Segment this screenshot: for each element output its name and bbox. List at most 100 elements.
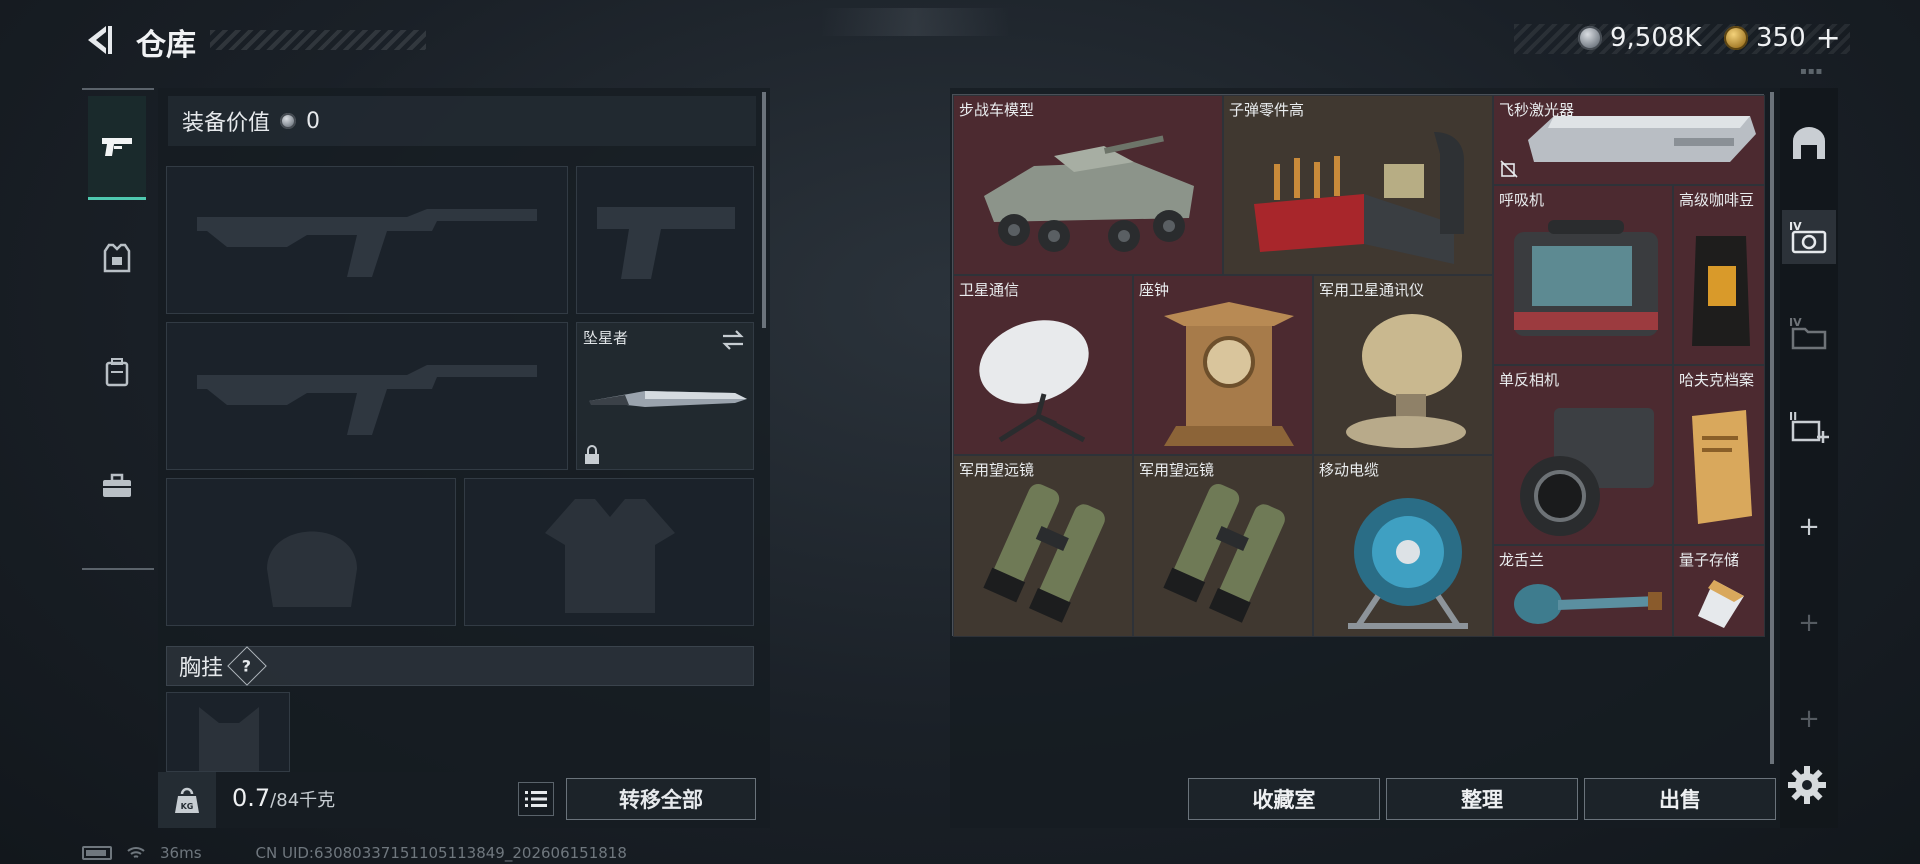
no-tax-icon	[1500, 160, 1518, 178]
ticket-amount: 350	[1756, 23, 1806, 53]
coin-amount: 9,508K	[1610, 23, 1702, 53]
add-storage-tab-button[interactable]: +	[1782, 500, 1836, 554]
coin-icon	[280, 113, 297, 129]
primary-weapon-slot[interactable]	[166, 166, 568, 314]
coin-balance: 9,508K	[1578, 22, 1701, 54]
memory-chip-icon	[1698, 580, 1744, 628]
rifle-placeholder-icon	[197, 365, 537, 435]
back-button[interactable]	[80, 22, 116, 58]
title-decoration	[210, 30, 426, 50]
kettlebell-icon: KG	[175, 787, 199, 813]
item-ventilator[interactable]: 呼吸机	[1493, 185, 1673, 365]
helmet-slot[interactable]	[166, 478, 456, 626]
armored-vehicle-icon	[984, 135, 1194, 252]
item-label: 呼吸机	[1499, 191, 1545, 209]
pistol-icon	[102, 137, 132, 156]
chest-rig-header: 胸挂 ?	[166, 646, 754, 686]
swap-icon[interactable]	[721, 329, 745, 351]
add-currency-button[interactable]: +	[1816, 21, 1841, 56]
pistol-slot[interactable]	[576, 166, 754, 314]
military-satcom-icon	[1346, 314, 1466, 448]
tab-weapons[interactable]	[88, 96, 146, 200]
rail-dots-decoration: ▪▪▪	[1800, 66, 1824, 77]
ping-value: 36ms	[160, 844, 202, 862]
item-label: 座钟	[1139, 281, 1170, 299]
help-icon-glyph: ?	[242, 656, 252, 676]
list-view-button[interactable]	[518, 782, 554, 816]
tab-storage-iv-folder[interactable]: IV	[1782, 306, 1836, 360]
melee-slot[interactable]: 坠星者	[576, 322, 754, 470]
chest-rig-label: 胸挂	[179, 656, 224, 681]
item-label: 哈夫克档案	[1679, 371, 1755, 389]
storage-scrollbar[interactable]	[1770, 92, 1774, 764]
binoculars-icon	[983, 483, 1105, 623]
secondary-weapon-slot[interactable]	[166, 322, 568, 470]
help-icon[interactable]: ?	[227, 646, 267, 686]
equipment-value-bar: 装备价值 0	[168, 96, 756, 146]
carry-weight: 0.7/84千克	[232, 784, 335, 812]
equipment-scrollbar[interactable]	[762, 92, 766, 328]
item-ifv-model[interactable]: 步战车模型	[953, 95, 1223, 275]
settings-gear-icon[interactable]	[1784, 762, 1830, 808]
body-armor-slot[interactable]	[464, 478, 754, 626]
pistol-placeholder-icon	[597, 207, 735, 279]
category-rail	[82, 88, 154, 570]
item-sat-comm[interactable]: 卫星通信	[953, 275, 1133, 455]
battery-icon	[82, 846, 112, 860]
tab-safehouse[interactable]	[1782, 116, 1836, 170]
tab-backpack[interactable]	[88, 320, 146, 424]
collection-room-button[interactable]: 收藏室	[1188, 778, 1380, 820]
case-add-icon: II	[1789, 410, 1829, 443]
helmet-placeholder-icon	[267, 531, 357, 607]
knife-icon	[589, 391, 747, 407]
item-cable-reel[interactable]: 移动电缆	[1313, 455, 1493, 637]
add-storage-tab-button-disabled[interactable]: +	[1782, 596, 1836, 650]
vest-placeholder-icon	[545, 499, 675, 613]
camera-storage-icon: IV	[1789, 220, 1827, 254]
item-clock[interactable]: 座钟	[1133, 275, 1313, 455]
transfer-all-button[interactable]: 转移全部	[566, 778, 756, 820]
tab-armor[interactable]	[88, 206, 146, 310]
weight-icon: KG	[158, 772, 216, 828]
mantel-clock-icon	[1164, 302, 1294, 446]
document-folder-icon	[1692, 410, 1752, 524]
top-decoration	[820, 8, 1010, 36]
equipment-value-label: 装备价值	[182, 111, 271, 136]
item-label: 军用望远镜	[959, 461, 1035, 479]
item-dslr[interactable]: 单反相机	[1493, 365, 1673, 545]
satellite-dish-icon	[979, 320, 1089, 443]
svg-text:IV: IV	[1789, 316, 1802, 329]
item-label: 子弹零件高	[1229, 101, 1305, 119]
page-title: 仓库	[136, 28, 196, 63]
item-label: 步战车模型	[959, 101, 1035, 119]
item-coffee-beans[interactable]: 高级咖啡豆	[1673, 185, 1765, 365]
camera-icon	[1520, 408, 1654, 536]
item-quantum-storage[interactable]: 量子存储	[1673, 545, 1765, 637]
cable-reel-icon	[1348, 498, 1468, 629]
item-hawk-file[interactable]: 哈夫克档案	[1673, 365, 1765, 545]
item-bullet-parts[interactable]: 子弹零件高	[1223, 95, 1493, 275]
item-label: 军用卫星通讯仪	[1319, 281, 1425, 299]
chest-rig-placeholder-icon	[199, 707, 259, 771]
tab-case[interactable]	[88, 434, 146, 538]
chest-rig-slot[interactable]	[166, 692, 290, 772]
armor-icon	[103, 243, 131, 273]
svg-text:KG: KG	[181, 802, 194, 811]
item-femto-laser[interactable]: 飞秒激光器	[1493, 95, 1765, 185]
rifle-placeholder-icon	[197, 209, 537, 277]
tab-add-case[interactable]: II	[1782, 400, 1836, 454]
tab-storage-iv[interactable]: IV	[1782, 210, 1836, 264]
add-storage-tab-button-disabled[interactable]: +	[1782, 692, 1836, 746]
wifi-icon	[127, 847, 145, 858]
tequila-bottle-icon	[1514, 584, 1662, 624]
storage-grid: 步战车模型 子弹零件高 飞秒激光器 呼吸机 高级咖啡豆 卫星通信 座钟 军用卫星…	[952, 94, 1765, 637]
item-binoculars-1[interactable]: 军用望远镜	[953, 455, 1133, 637]
item-label: 飞秒激光器	[1499, 101, 1575, 119]
coin-icon	[1578, 26, 1602, 50]
status-line: 36ms CN UID:630803371511051138​49_202606…	[82, 844, 627, 862]
item-mil-sat-comm[interactable]: 军用卫星通讯仪	[1313, 275, 1493, 455]
arrange-button[interactable]: 整理	[1386, 778, 1578, 820]
sell-button[interactable]: 出售	[1584, 778, 1776, 820]
item-agave[interactable]: 龙舌兰	[1493, 545, 1673, 637]
item-binoculars-2[interactable]: 军用望远镜	[1133, 455, 1313, 637]
